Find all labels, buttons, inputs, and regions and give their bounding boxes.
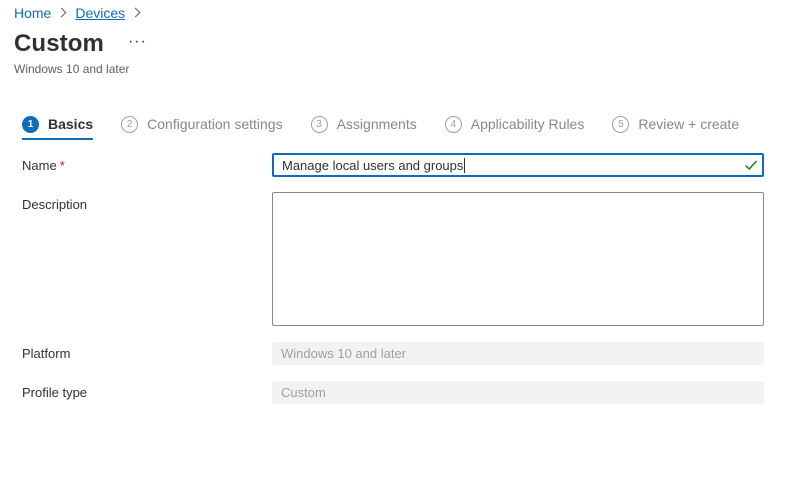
description-textarea[interactable] [272,192,764,326]
name-label-text: Name [22,158,57,173]
breadcrumb-devices[interactable]: Devices [75,5,125,21]
step-label: Basics [48,116,94,132]
step-configuration-settings[interactable]: 2 Configuration settings [121,112,283,136]
page-title: Custom [14,30,104,57]
chevron-right-icon [128,4,146,22]
step-number: 3 [310,115,328,133]
wizard-steps: 1 Basics 2 Configuration settings 3 Assi… [22,112,767,142]
name-input[interactable]: Manage local users and groups [272,153,764,177]
platform-label: Platform [22,346,71,361]
text-caret [464,157,466,173]
step-number: 4 [444,115,462,133]
chevron-right-icon [54,4,72,22]
step-number: 5 [612,115,630,133]
step-label: Review + create [638,116,740,132]
step-label: Assignments [336,116,417,132]
description-label: Description [22,197,88,212]
step-label: Applicability Rules [470,116,585,132]
step-basics[interactable]: 1 Basics [22,112,94,140]
step-label: Configuration settings [147,116,283,132]
name-input-value: Manage local users and groups [282,157,464,173]
breadcrumb-home[interactable]: Home [14,5,51,21]
name-label: Name * [22,158,65,173]
required-indicator: * [59,158,65,173]
step-number: 2 [121,115,139,133]
title-row: Custom ··· [14,30,147,58]
platform-field: Windows 10 and later [272,342,764,365]
checkmark-icon [745,160,758,170]
step-number: 1 [22,115,39,133]
page-subtitle: Windows 10 and later [14,62,130,76]
step-review-create[interactable]: 5 Review + create [612,112,739,136]
profile-type-field: Custom [272,381,764,404]
more-horizontal-icon[interactable]: ··· [128,34,147,50]
profile-type-label: Profile type [22,385,88,400]
step-applicability-rules[interactable]: 4 Applicability Rules [444,112,585,136]
step-assignments[interactable]: 3 Assignments [310,112,417,136]
breadcrumb: Home Devices [14,4,149,22]
